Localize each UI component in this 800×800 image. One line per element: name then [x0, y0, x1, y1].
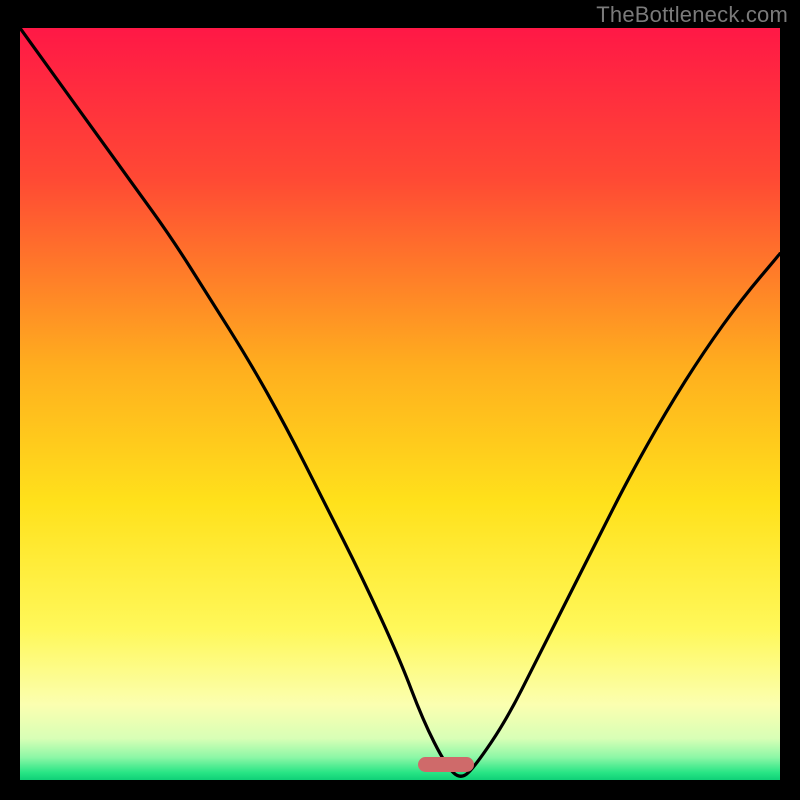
plot-area: [20, 28, 780, 780]
gradient-background: [20, 28, 780, 780]
optimum-marker: [418, 757, 474, 772]
optimum-marker-pill: [418, 757, 474, 772]
chart-svg: [20, 28, 780, 780]
watermark-text: TheBottleneck.com: [596, 2, 788, 28]
chart-container: TheBottleneck.com: [0, 0, 800, 800]
